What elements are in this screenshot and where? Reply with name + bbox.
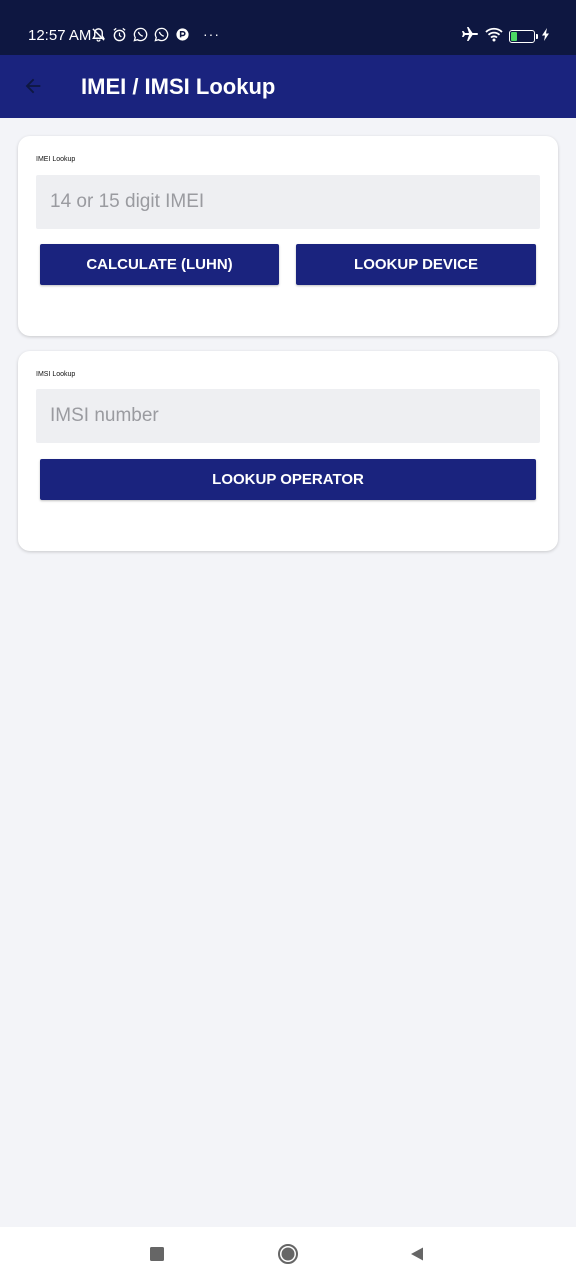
arrow-back-icon [25,78,41,94]
wifi-icon [485,27,503,47]
page-title: IMEI / IMSI Lookup [81,74,276,99]
status-system-icons: 29 [461,26,550,47]
lookup-operator-button[interactable]: LOOKUP OPERATOR [40,459,536,500]
calculate-luhn-button[interactable]: CALCULATE (LUHN) [40,244,279,285]
battery-level: 29 [516,31,527,41]
app-notification-icon [174,26,190,42]
airplane-icon [461,26,479,47]
battery-icon: 29 [509,30,538,43]
recents-button[interactable] [144,1241,170,1267]
back-button[interactable] [18,71,48,101]
imsi-section-label: IMSI Lookup [36,371,76,378]
status-time: 12:57 AM [28,27,92,44]
imsi-input[interactable] [36,389,540,443]
imei-section-label: IMEI Lookup [36,156,76,163]
alarm-icon [111,26,127,42]
status-notification-icons: ··· [90,26,220,42]
back-triangle-icon [411,1247,423,1261]
imei-lookup-card: IMEI Lookup CALCULATE (LUHN) LOOKUP DEVI… [18,136,558,336]
whatsapp-icon [153,26,169,42]
more-notifications-icon: ··· [203,26,220,42]
app-bar: IMEI / IMSI Lookup [0,55,576,118]
charging-icon [541,27,550,46]
recents-square-icon [150,1247,164,1261]
status-bar: 12:57 AM ··· 29 [0,0,576,55]
imsi-lookup-card: IMSI Lookup LOOKUP OPERATOR [18,351,558,551]
whatsapp-icon [132,26,148,42]
nav-back-button[interactable] [404,1241,430,1267]
battery-tip [536,34,538,39]
lookup-device-button[interactable]: LOOKUP DEVICE [296,244,536,285]
home-button[interactable] [275,1241,301,1267]
bell-off-icon [90,26,106,42]
home-circle-icon [278,1244,298,1264]
imei-input[interactable] [36,175,540,229]
system-nav-bar [0,1227,576,1280]
